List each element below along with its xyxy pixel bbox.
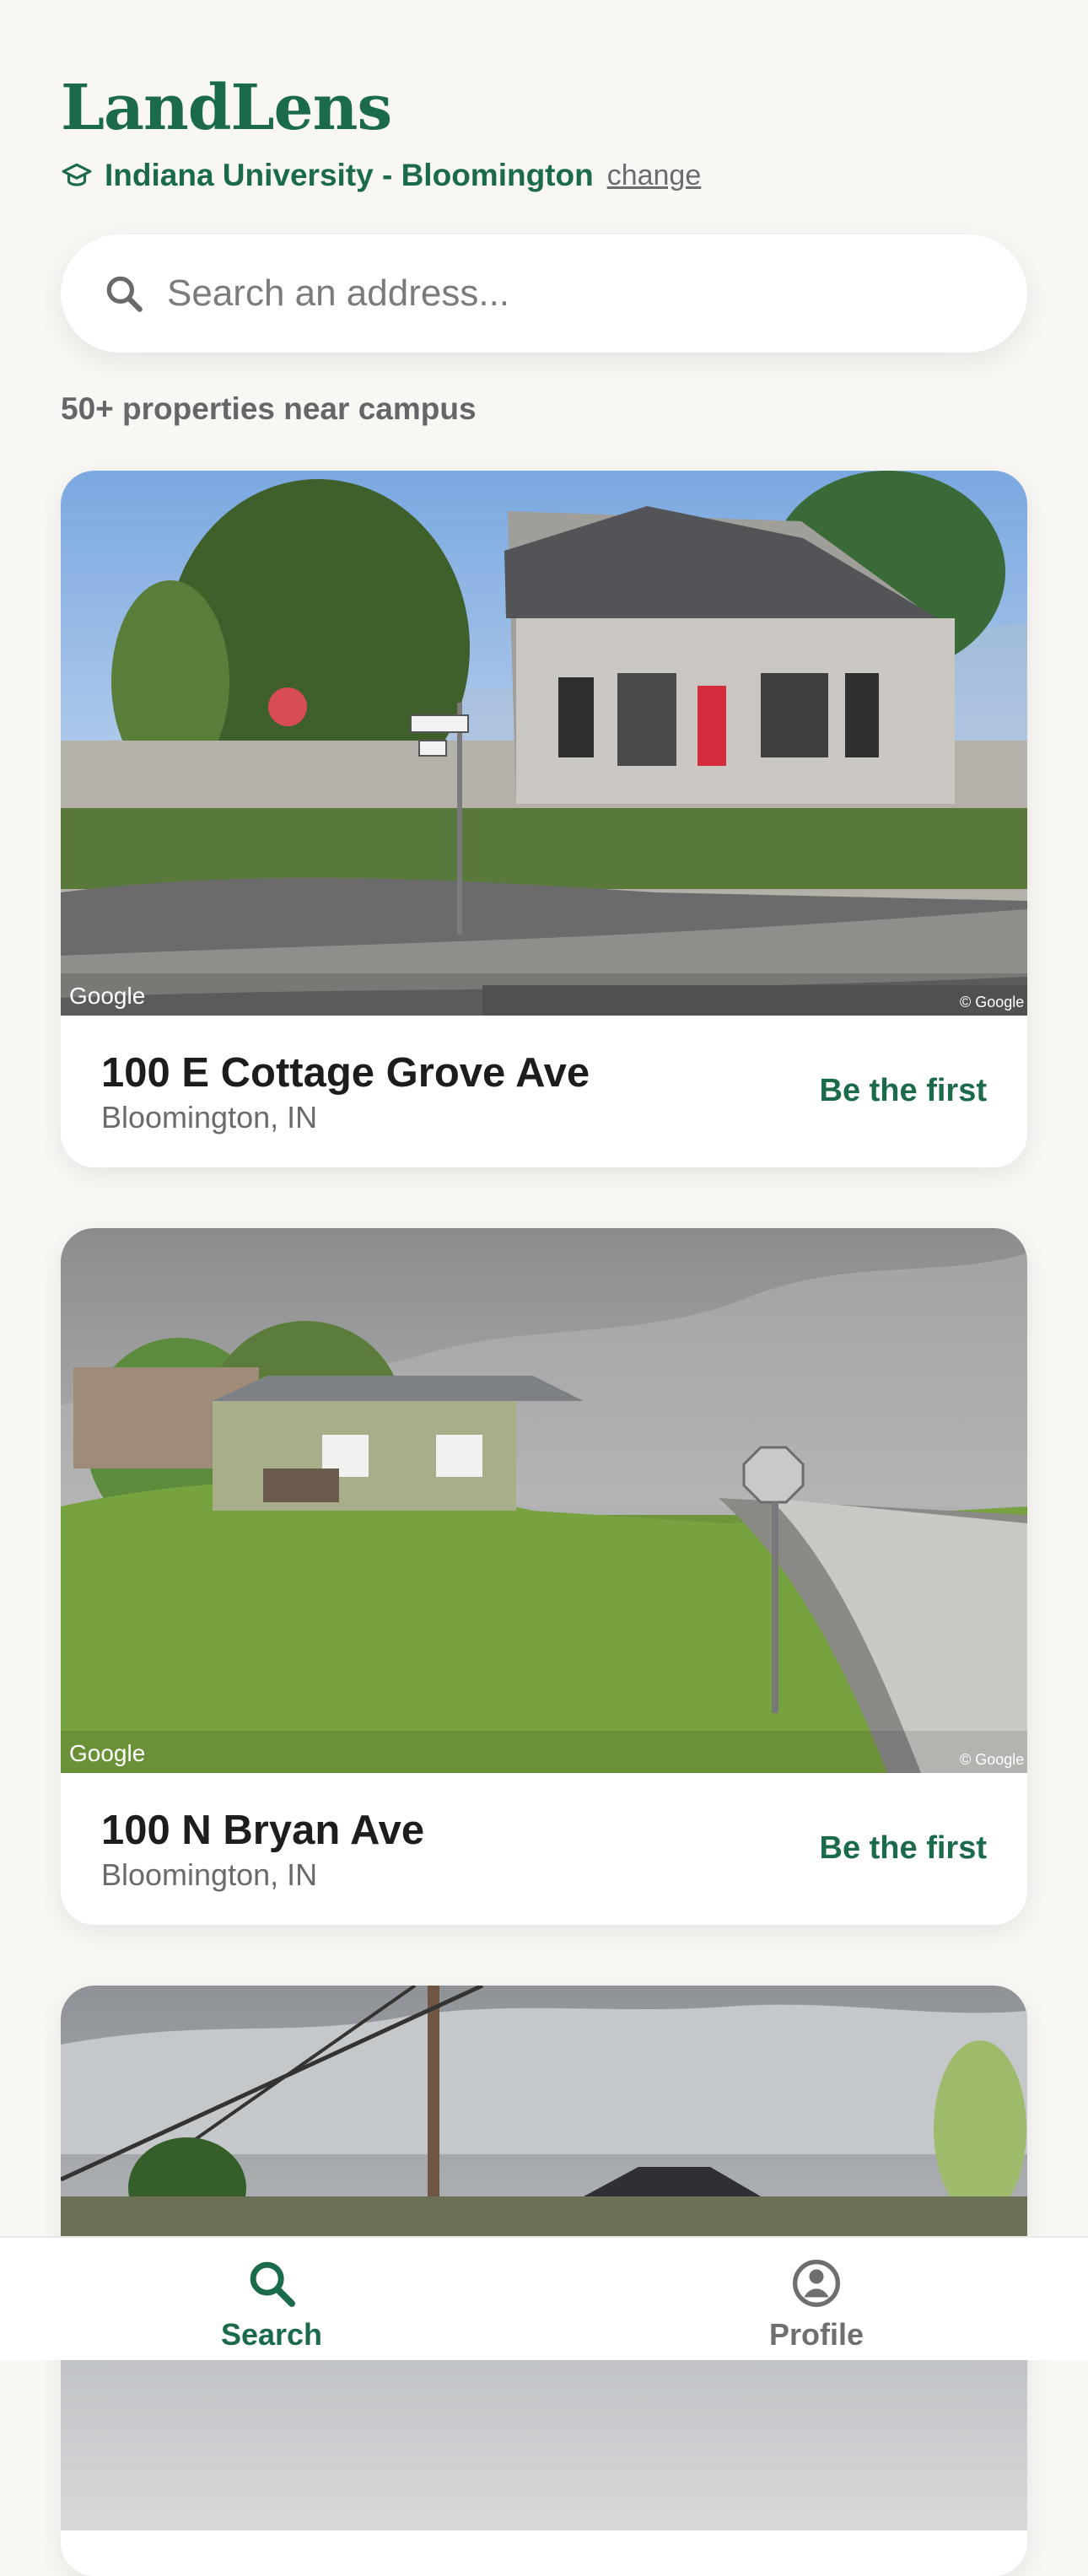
search-box[interactable] (61, 234, 1027, 353)
nav-search-label: Search (220, 2317, 323, 2352)
be-the-first-link[interactable]: Be the first (820, 1830, 987, 1867)
property-address: 100 N Bryan Ave (101, 1808, 425, 1853)
property-city: Bloomington, IN (101, 1857, 318, 1892)
street-view-photo-1: Google © Google (61, 471, 1027, 1016)
svg-text:Google: Google (69, 983, 145, 1009)
nav-profile-label: Profile (768, 2317, 864, 2352)
property-card-footer-2: 100 N Bryan Ave Bloomington, IN Be the f… (61, 1773, 1027, 1925)
property-address: 100 E Cottage Grove Ave (101, 1050, 590, 1096)
school-selector: Indiana University - Bloomington change (61, 155, 1027, 196)
nav-profile-tab[interactable]: Profile (724, 2256, 909, 2352)
app-brand: LandLens (61, 72, 392, 144)
bottom-navigation: Search Profile (0, 2236, 1088, 2360)
change-school-link[interactable]: change (607, 159, 702, 192)
search-input[interactable] (165, 272, 928, 315)
school-name: Indiana University - Bloomington (105, 158, 594, 192)
nav-search-tab[interactable]: Search (179, 2256, 364, 2352)
property-card-2[interactable]: Google © Google 100 N Bryan Ave Blooming… (61, 1228, 1027, 1925)
be-the-first-link[interactable]: Be the first (820, 1073, 987, 1109)
property-card-footer-1: 100 E Cottage Grove Ave Bloomington, IN … (61, 1016, 1027, 1167)
app-header: LandLens Indiana University - Bloomingto… (61, 67, 1027, 196)
property-photo-2: Google © Google (61, 1228, 1027, 1773)
street-view-photo-2: Google © Google (61, 1228, 1027, 1773)
property-photo-1: Google © Google (61, 471, 1027, 1016)
graduation-cap-icon (62, 163, 92, 186)
property-city: Bloomington, IN (101, 1100, 318, 1134)
svg-text:© Google: © Google (960, 1751, 1024, 1768)
property-card-1[interactable]: Google © Google 100 E Cottage Grove Ave … (61, 471, 1027, 1167)
svg-text:© Google: © Google (960, 994, 1024, 1010)
search-icon (250, 2261, 295, 2307)
results-count: 50+ properties near campus (61, 391, 477, 426)
search-icon (106, 276, 143, 312)
svg-text:Google: Google (69, 1740, 145, 1766)
user-circle-icon (793, 2260, 840, 2307)
